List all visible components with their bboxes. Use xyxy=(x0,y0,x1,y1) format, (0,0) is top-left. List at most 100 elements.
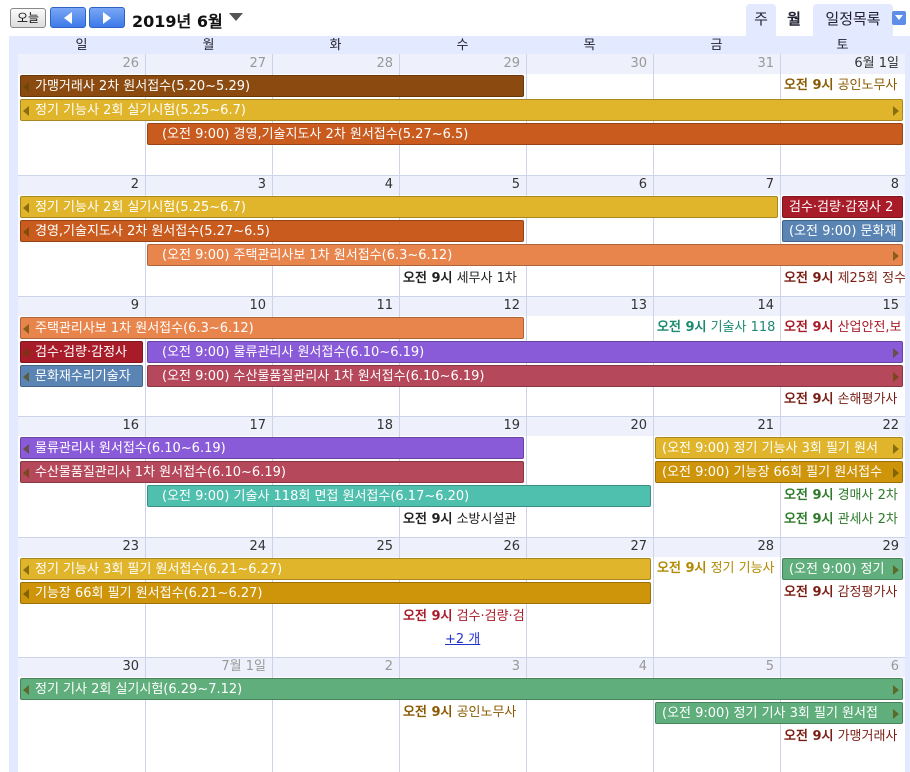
timed-event[interactable]: 오전 9시 감정평가사 xyxy=(784,583,905,603)
calendar-event[interactable]: 주택관리사보 1차 원서접수(6.3~6.12) xyxy=(20,317,524,339)
day-number[interactable]: 28 xyxy=(272,54,399,74)
calendar-event[interactable]: (오전 9:00) 경영,기술지도사 2차 원서접수(5.27~6.5) xyxy=(147,123,903,145)
day-number[interactable]: 17 xyxy=(145,416,272,436)
timed-event[interactable]: 오전 9시 세무사 1차 xyxy=(403,269,526,289)
timed-event[interactable]: 오전 9시 소방시설관 xyxy=(403,510,526,530)
timed-event[interactable]: 오전 9시 가맹거래사 xyxy=(784,727,905,747)
calendar-event[interactable]: 검수·검량·감정사 2 xyxy=(782,196,903,218)
day-number[interactable]: 8 xyxy=(780,175,905,195)
timed-event[interactable]: 오전 9시 손해평가사 xyxy=(784,390,905,410)
timed-event[interactable]: 오전 9시 산업안전,보 xyxy=(784,318,905,338)
day-number[interactable]: 7 xyxy=(653,175,780,195)
day-number[interactable]: 9 xyxy=(18,296,145,316)
prev-month-button[interactable] xyxy=(50,7,86,28)
event-label: 경매사 2차 xyxy=(833,488,898,503)
timed-event[interactable]: 오전 9시 기술사 118 xyxy=(657,318,780,338)
day-number[interactable]: 6 xyxy=(526,175,653,195)
day-number[interactable]: 28 xyxy=(653,537,780,557)
event-time: 오전 9시 xyxy=(403,609,453,624)
day-number[interactable]: 29 xyxy=(780,537,905,557)
calendar-event[interactable]: 가맹거래사 2차 원서접수(5.20~5.29) xyxy=(20,75,524,97)
day-number[interactable]: 12 xyxy=(399,296,526,316)
calendar-event[interactable]: (오전 9:00) 정기 기능사 3회 필기 원서 xyxy=(655,437,903,459)
event-label: (오전 9:00) 주택관리사보 1차 원서접수(6.3~6.12) xyxy=(162,248,453,263)
event-label: (오전 9:00) 기술사 118회 면접 원서접수(6.17~6.20) xyxy=(162,489,470,504)
day-number[interactable]: 29 xyxy=(399,54,526,74)
calendar-event[interactable]: 경영,기술지도사 2차 원서접수(5.27~6.5) xyxy=(20,220,524,242)
grid-line xyxy=(653,54,654,772)
calendar-event[interactable]: 기능장 66회 필기 원서접수(6.21~6.27) xyxy=(20,582,651,604)
calendar-event[interactable]: 수산물품질관리사 1차 원서접수(6.10~6.19) xyxy=(20,461,524,483)
day-number[interactable]: 15 xyxy=(780,296,905,316)
grid-line xyxy=(399,54,400,772)
calendar-event[interactable]: 물류관리사 원서접수(6.10~6.19) xyxy=(20,437,524,459)
more-events-link[interactable]: +2 개 xyxy=(445,628,480,647)
tab-week[interactable]: 주 xyxy=(746,4,776,36)
calendar-event[interactable]: (오전 9:00) 문화재 xyxy=(782,220,903,242)
day-number[interactable]: 26 xyxy=(399,537,526,557)
day-number[interactable]: 22 xyxy=(780,416,905,436)
agenda-dropdown-button[interactable] xyxy=(892,11,906,25)
day-number[interactable]: 11 xyxy=(272,296,399,316)
day-number[interactable]: 5 xyxy=(653,657,780,677)
day-number[interactable]: 13 xyxy=(526,296,653,316)
day-number[interactable]: 25 xyxy=(272,537,399,557)
calendar-event[interactable]: 정기 기능사 2회 실기시험(5.25~6.7) xyxy=(20,196,778,218)
day-number[interactable]: 4 xyxy=(526,657,653,677)
calendar-event[interactable]: (오전 9:00) 주택관리사보 1차 원서접수(6.3~6.12) xyxy=(147,244,903,266)
day-number[interactable]: 2 xyxy=(18,175,145,195)
next-month-button[interactable] xyxy=(89,7,125,28)
calendar-event[interactable]: (오전 9:00) 정기 xyxy=(782,558,903,580)
event-time: 오전 9시 xyxy=(784,320,834,335)
day-number[interactable]: 27 xyxy=(145,54,272,74)
day-number[interactable]: 5 xyxy=(399,175,526,195)
calendar-event[interactable]: 문화재수리기술자 xyxy=(20,365,143,387)
day-number[interactable]: 20 xyxy=(526,416,653,436)
day-number[interactable]: 3 xyxy=(399,657,526,677)
calendar-event[interactable]: (오전 9:00) 정기 기사 3회 필기 원서접 xyxy=(655,702,903,724)
day-number[interactable]: 16 xyxy=(18,416,145,436)
day-number[interactable]: 7월 1일 xyxy=(145,657,272,677)
day-number[interactable]: 31 xyxy=(653,54,780,74)
tab-agenda-list[interactable]: 일정목록 xyxy=(813,4,893,36)
day-number[interactable]: 24 xyxy=(145,537,272,557)
arrow-right-icon xyxy=(103,12,111,24)
timed-event[interactable]: 오전 9시 공인노무사 xyxy=(784,76,905,96)
day-number[interactable]: 6월 1일 xyxy=(780,54,905,74)
day-number[interactable]: 2 xyxy=(272,657,399,677)
day-number[interactable]: 4 xyxy=(272,175,399,195)
timed-event[interactable]: 오전 9시 경매사 2차 xyxy=(784,486,905,506)
timed-event[interactable]: 오전 9시 관세사 2차 xyxy=(784,510,905,530)
calendar-event[interactable]: 정기 기사 2회 실기시험(6.29~7.12) xyxy=(20,678,903,700)
chevron-down-icon[interactable] xyxy=(229,13,243,22)
day-number[interactable]: 26 xyxy=(18,54,145,74)
calendar-event[interactable]: (오전 9:00) 기술사 118회 면접 원서접수(6.17~6.20) xyxy=(147,485,651,507)
calendar-event[interactable]: (오전 9:00) 물류관리사 원서접수(6.10~6.19) xyxy=(147,341,903,363)
timed-event[interactable]: 오전 9시 공인노무사 xyxy=(403,703,526,723)
day-number[interactable]: 19 xyxy=(399,416,526,436)
continues-left-icon xyxy=(23,106,29,116)
timed-event[interactable]: 오전 9시 검수·검량·검 xyxy=(403,607,526,627)
day-number[interactable]: 30 xyxy=(18,657,145,677)
day-number[interactable]: 18 xyxy=(272,416,399,436)
calendar-event[interactable]: (오전 9:00) 수산물품질관리사 1차 원서접수(6.10~6.19) xyxy=(147,365,903,387)
day-number[interactable]: 10 xyxy=(145,296,272,316)
continues-left-icon xyxy=(23,468,29,478)
event-time: 오전 9시 xyxy=(657,320,707,335)
continues-left-icon xyxy=(23,348,29,358)
day-number[interactable]: 6 xyxy=(780,657,905,677)
calendar-event[interactable]: 검수·검량·감정사 xyxy=(20,341,143,363)
today-button[interactable]: 오늘 xyxy=(10,8,46,28)
day-number[interactable]: 14 xyxy=(653,296,780,316)
day-number[interactable]: 23 xyxy=(18,537,145,557)
day-number[interactable]: 30 xyxy=(526,54,653,74)
timed-event[interactable]: 오전 9시 정기 기능사 xyxy=(657,559,780,579)
tab-month[interactable]: 월 xyxy=(779,4,809,36)
day-number[interactable]: 21 xyxy=(653,416,780,436)
day-number[interactable]: 27 xyxy=(526,537,653,557)
calendar-event[interactable]: 정기 기능사 2회 실기시험(5.25~6.7) xyxy=(20,99,903,121)
calendar-event[interactable]: (오전 9:00) 기능장 66회 필기 원서접수 xyxy=(655,461,903,483)
timed-event[interactable]: 오전 9시 제25회 정수 xyxy=(784,269,905,289)
day-number[interactable]: 3 xyxy=(145,175,272,195)
calendar-event[interactable]: 정기 기능사 3회 필기 원서접수(6.21~6.27) xyxy=(20,558,651,580)
